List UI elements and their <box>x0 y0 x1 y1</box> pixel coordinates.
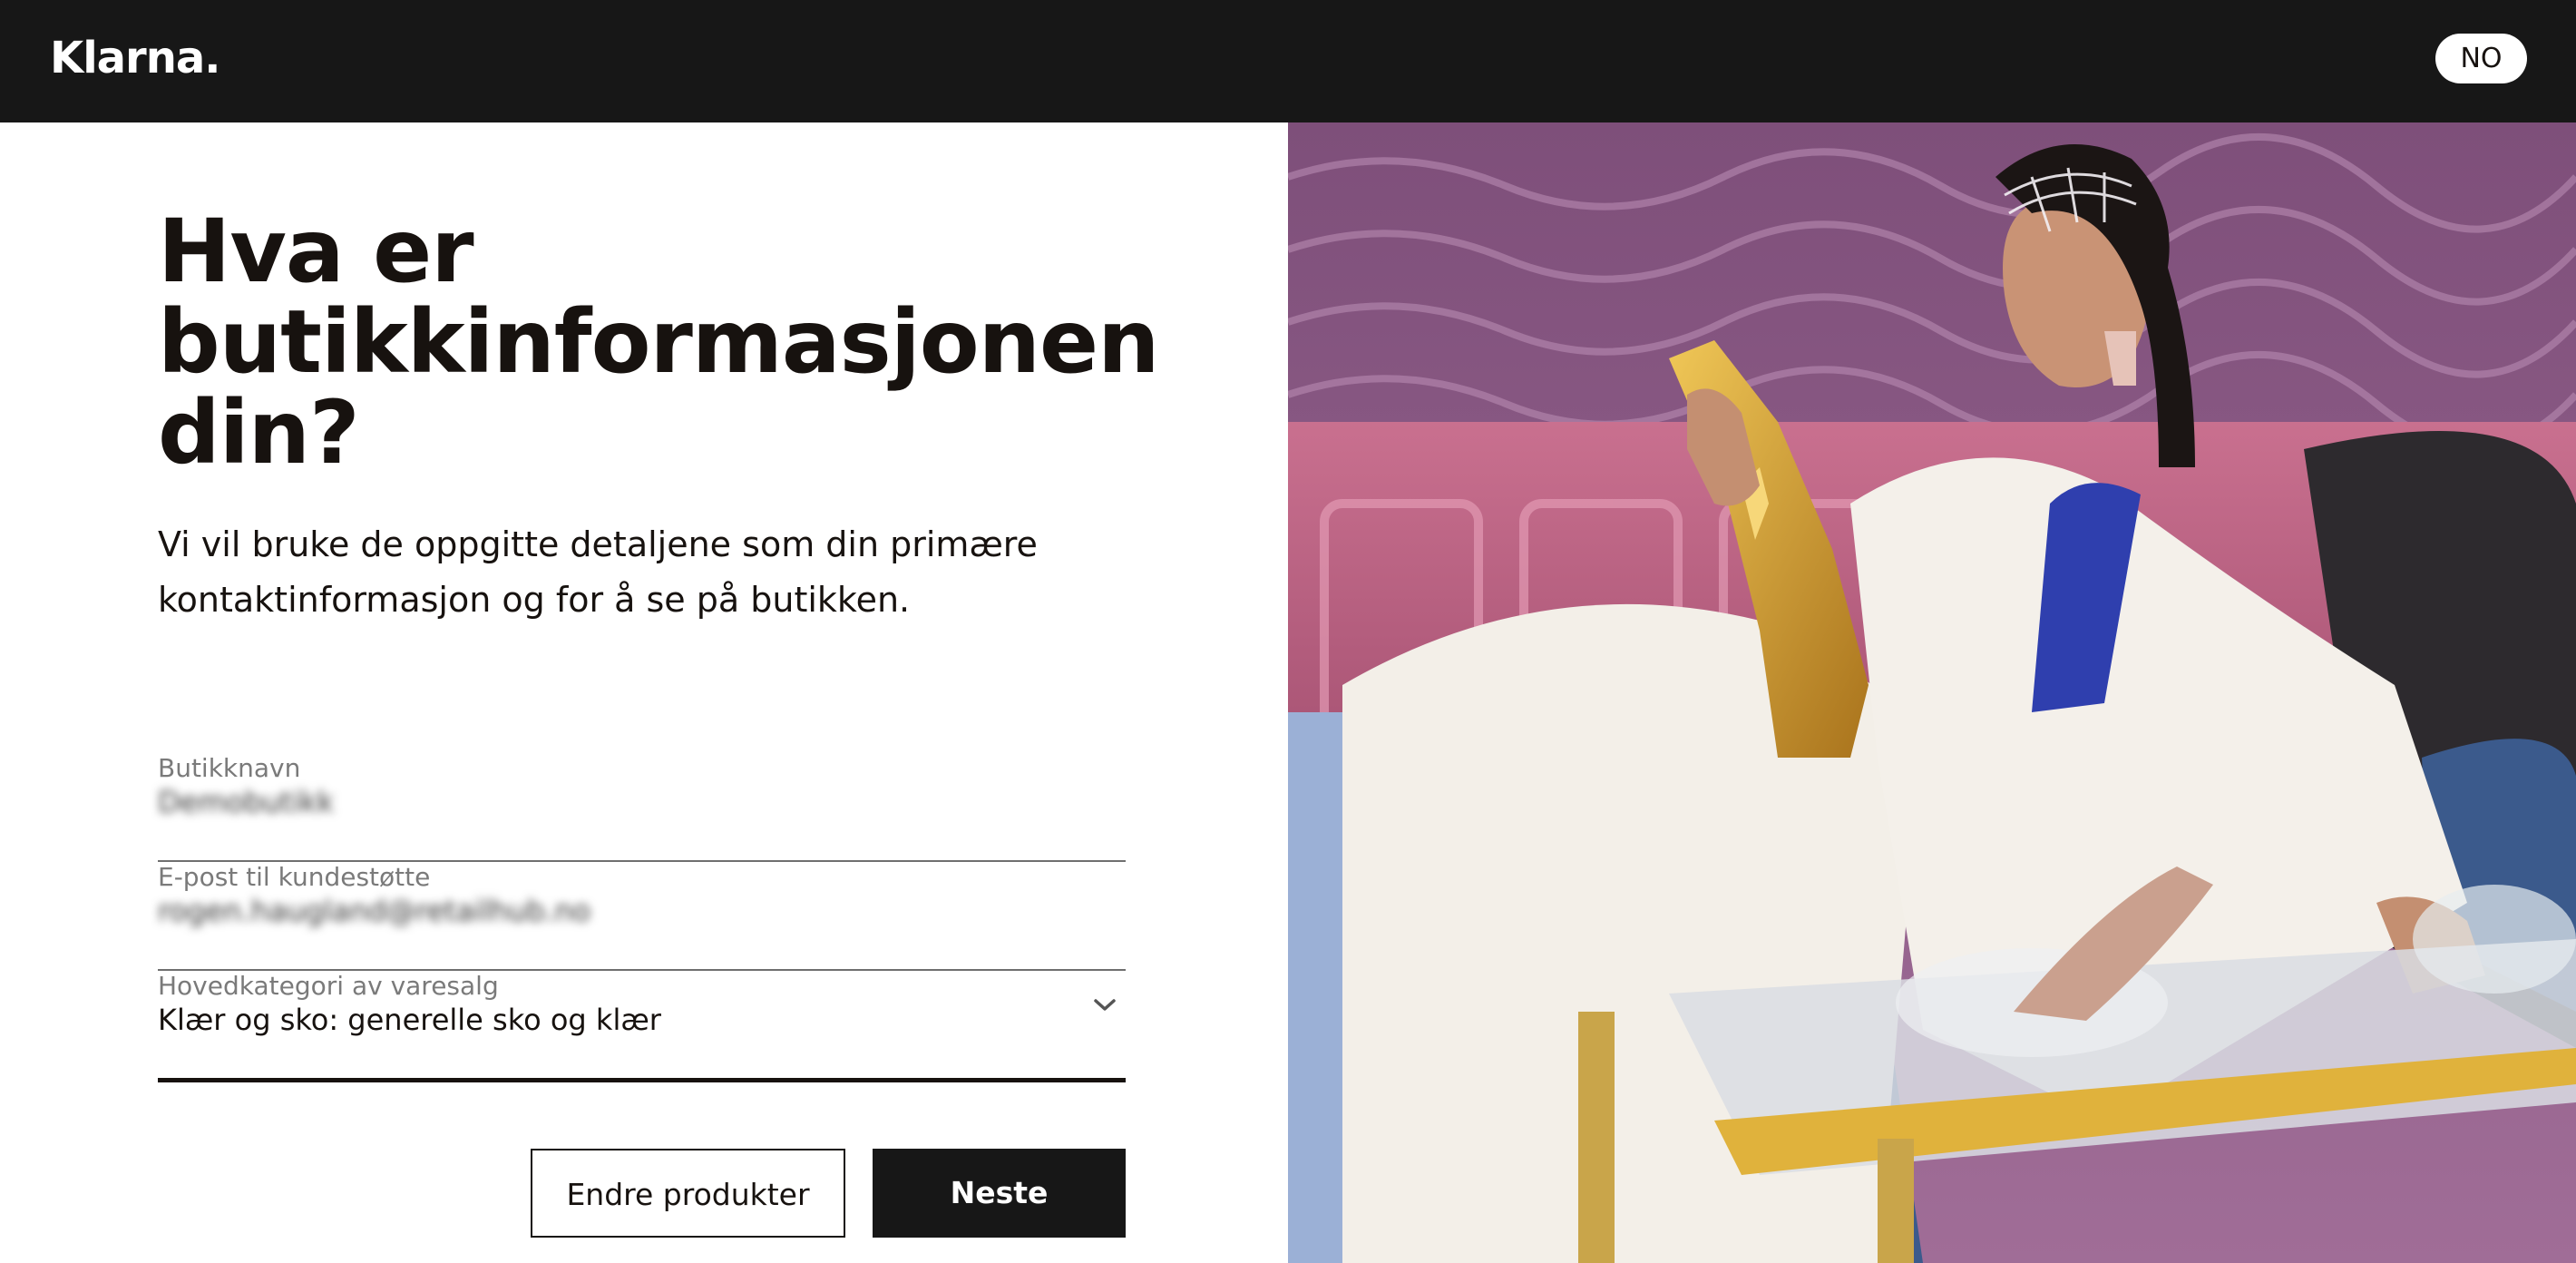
chevron-down-icon[interactable] <box>1091 996 1118 1014</box>
support-email-field[interactable]: E-post til kundestøtte rogen.haugland@re… <box>158 862 1126 971</box>
klarna-logo[interactable]: Klarna. <box>50 33 221 83</box>
category-select[interactable]: Hovedkategori av varesalg Klær og sko: g… <box>158 971 1126 1082</box>
fashion-photo-icon <box>1288 122 2576 1263</box>
category-value[interactable]: Klær og sko: generelle sko og klær <box>158 1003 661 1037</box>
support-email-value[interactable]: rogen.haugland@retailhub.no <box>158 894 590 928</box>
edit-products-button[interactable]: Endre produkter <box>531 1149 845 1238</box>
hero-fashion-image <box>1288 122 2576 1263</box>
store-name-value[interactable]: Demobutikk <box>158 785 334 819</box>
page-subtitle: Vi vil bruke de oppgitte detaljene som d… <box>158 524 1038 620</box>
page-title: Hva er butikkinformasjonen din? <box>158 201 1159 484</box>
store-name-field[interactable]: Butikknavn Demobutikk <box>158 753 1126 862</box>
support-email-label: E-post til kundestøtte <box>158 862 431 892</box>
next-button[interactable]: Neste <box>873 1149 1126 1238</box>
store-name-label: Butikknavn <box>158 753 301 783</box>
top-bar: Klarna. NO <box>0 0 2576 122</box>
language-button[interactable]: NO <box>2435 34 2527 83</box>
store-info-panel: Hva er butikkinformasjonen din? Vi vil b… <box>0 122 1288 1263</box>
category-label: Hovedkategori av varesalg <box>158 971 499 1001</box>
